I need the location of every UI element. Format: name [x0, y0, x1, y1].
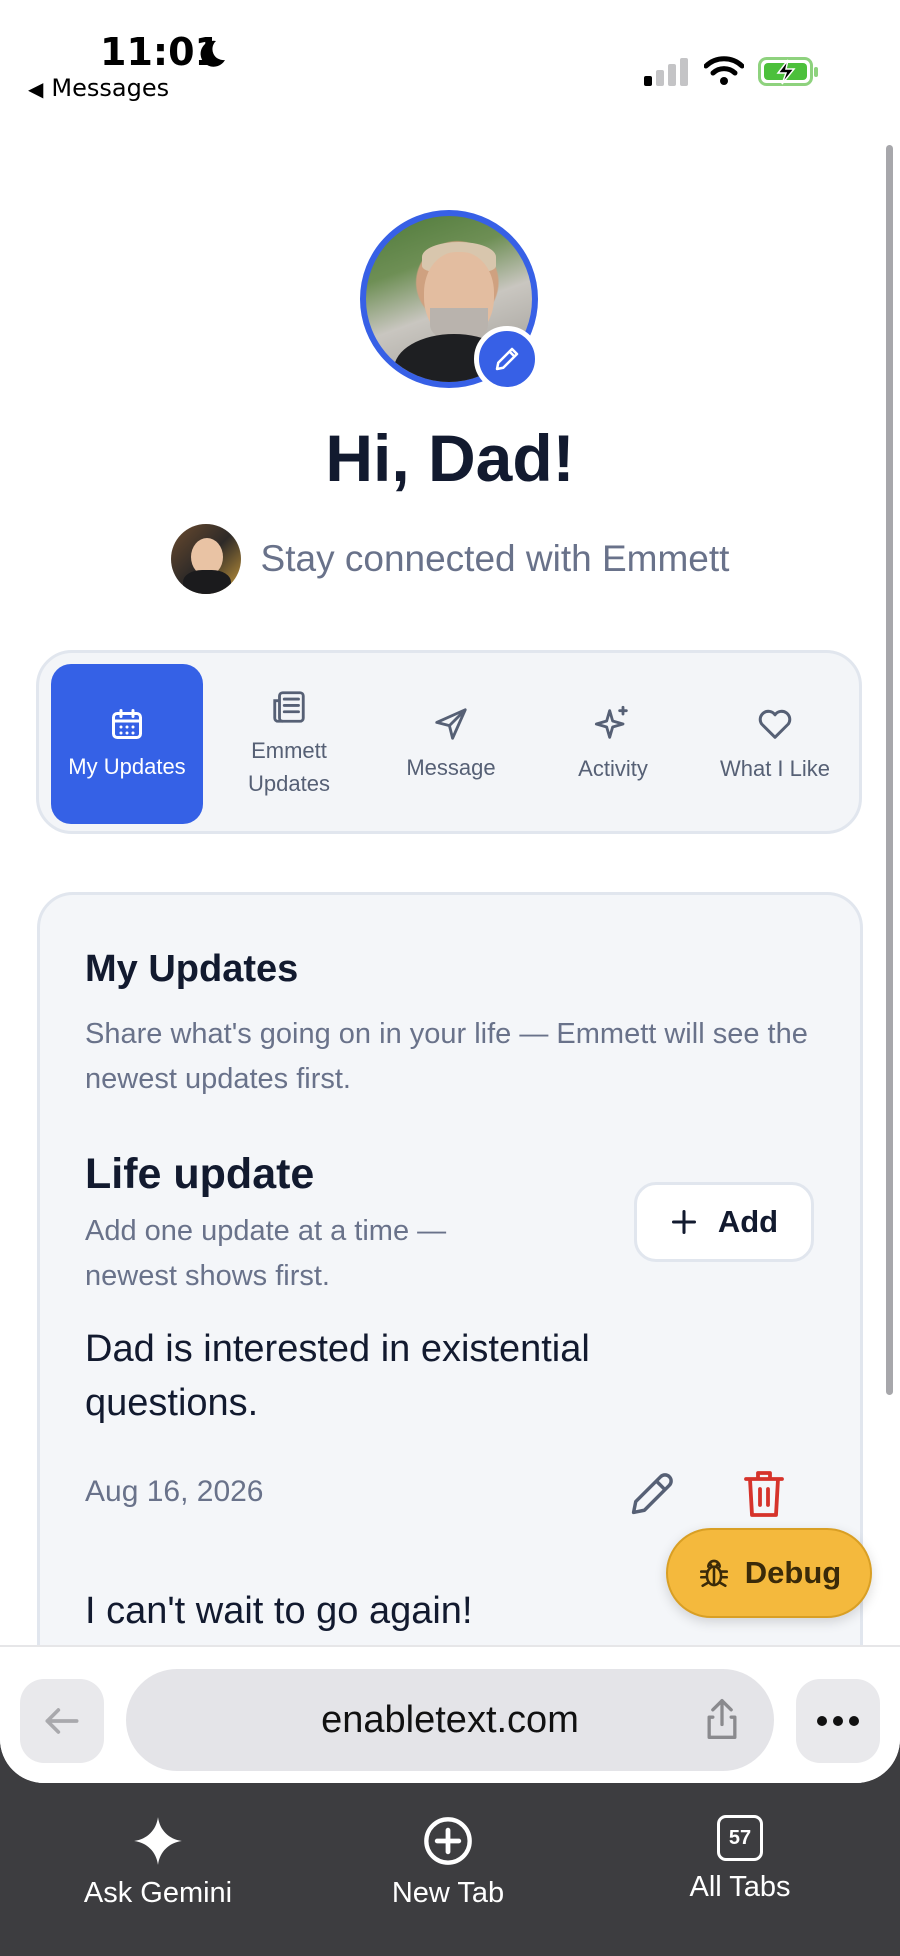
- pencil-icon: [495, 347, 519, 371]
- tab-bar: My Updates Emmett Updates Message Activi…: [36, 650, 862, 834]
- tab-what-i-like[interactable]: What I Like: [699, 664, 851, 824]
- back-app-label: Messages: [51, 74, 170, 102]
- add-update-button[interactable]: Add: [634, 1182, 814, 1262]
- page-scrollbar[interactable]: [886, 145, 893, 1395]
- tab-label: My Updates: [68, 753, 186, 779]
- more-options-button[interactable]: [796, 1679, 880, 1763]
- tab-my-updates[interactable]: My Updates: [51, 664, 203, 824]
- tab-activity[interactable]: Activity: [537, 664, 689, 824]
- page-title: Hi, Dad!: [325, 421, 575, 495]
- card-description: Share what's going on in your life — Emm…: [85, 1018, 808, 1095]
- edit-update-button[interactable]: [626, 1468, 678, 1520]
- section-title: Life update: [85, 1150, 315, 1198]
- gemini-sparkle-icon: [134, 1817, 182, 1865]
- browser-back-button[interactable]: [20, 1679, 104, 1763]
- bug-icon: [699, 1559, 728, 1588]
- subtitle: Stay connected with Emmett: [260, 538, 730, 579]
- ask-gemini-button[interactable]: Ask Gemini: [48, 1815, 268, 1910]
- plus-icon: [671, 1209, 696, 1235]
- debug-button[interactable]: Debug: [666, 1528, 872, 1618]
- subtitle-row: Stay connected with Emmett: [0, 524, 900, 594]
- update-text: Dad is interested in existential questio…: [85, 1328, 590, 1424]
- edit-avatar-button[interactable]: [474, 326, 540, 392]
- update-text: I can't wait to go again!: [85, 1590, 473, 1632]
- tab-message[interactable]: Message: [375, 664, 527, 824]
- moon-icon: [200, 40, 225, 67]
- delete-update-button[interactable]: [740, 1466, 788, 1520]
- send-icon: [435, 707, 467, 740]
- calendar-icon: [112, 708, 142, 739]
- ask-gemini-label: Ask Gemini: [83, 1877, 233, 1909]
- tab-emmett-updates[interactable]: Emmett Updates: [213, 664, 365, 824]
- section-description: Add one update at a time — newest shows …: [85, 1215, 447, 1292]
- arrow-left-icon: [45, 1708, 79, 1734]
- back-to-messages-link[interactable]: ◀ Messages: [28, 74, 169, 102]
- url-field[interactable]: enabletext.com: [126, 1669, 774, 1771]
- update-date: Aug 16, 2026: [85, 1475, 264, 1508]
- tab-label: Emmett Updates: [248, 738, 330, 796]
- new-tab-button[interactable]: New Tab: [338, 1815, 558, 1910]
- tab-label: Activity: [578, 755, 648, 781]
- heart-icon: [758, 709, 792, 739]
- newspaper-icon: [273, 691, 305, 723]
- more-dots-icon: [817, 1716, 859, 1726]
- add-button-label: Add: [717, 1204, 779, 1239]
- battery-charging-icon: [758, 57, 818, 86]
- back-triangle-icon: ◀: [28, 77, 44, 101]
- tab-count: 57: [728, 1826, 752, 1849]
- tabs-count-icon: 57: [717, 1815, 763, 1861]
- app-screen: 11:01 ◀ Messages Hi, Dad! Stay connected…: [0, 0, 900, 1783]
- plus-circle-icon: [424, 1817, 472, 1865]
- all-tabs-label: All Tabs: [689, 1871, 791, 1903]
- card-title: My Updates: [85, 948, 299, 990]
- new-tab-label: New Tab: [391, 1877, 505, 1909]
- tab-label: What I Like: [719, 755, 831, 781]
- emmett-avatar: [170, 524, 241, 594]
- cellular-signal-icon: [644, 58, 688, 86]
- wifi-icon: [704, 56, 744, 85]
- sparkles-icon: [594, 705, 628, 739]
- browser-address-bar: enabletext.com: [0, 1645, 900, 1783]
- debug-label: Debug: [744, 1555, 842, 1590]
- url-text: enabletext.com: [321, 1699, 579, 1741]
- tab-label: Message: [406, 754, 496, 780]
- share-icon[interactable]: [700, 1695, 744, 1743]
- all-tabs-button[interactable]: 57 All Tabs: [630, 1815, 850, 1904]
